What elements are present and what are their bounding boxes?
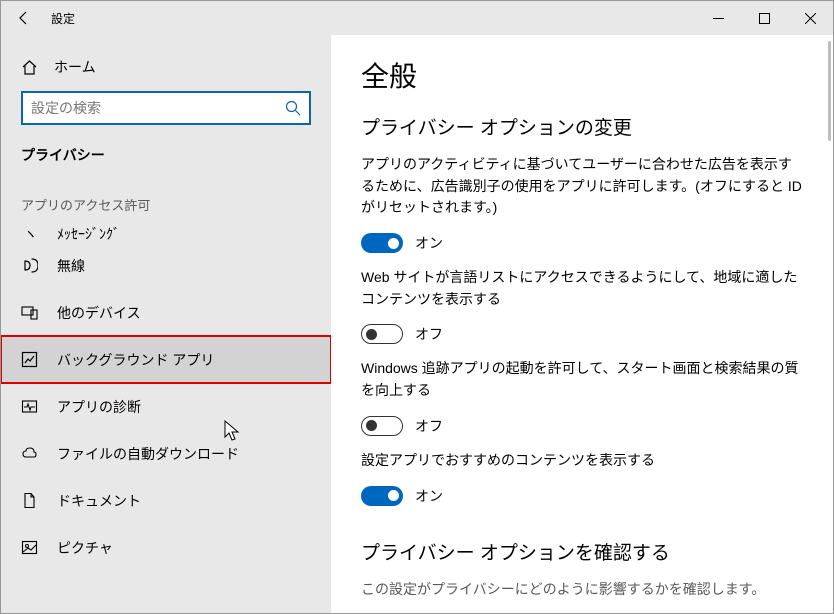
nav-label: バックグラウンド アプリ (57, 350, 214, 370)
diagnostics-icon (21, 398, 39, 415)
toggle-state-3: オフ (415, 416, 443, 436)
toggle-state-2: オフ (415, 324, 443, 344)
sidebar-item-messaging[interactable]: ヽ ﾒｯｾｰｼﾞﾝｸﾞ (1, 222, 331, 242)
titlebar: 設定 (1, 1, 833, 35)
home-icon (21, 59, 38, 76)
detail-link[interactable]: 詳細情報 (361, 613, 803, 614)
sidebar-item-background-apps[interactable]: バックグラウンド アプリ (1, 336, 331, 383)
minimize-button[interactable] (695, 1, 741, 35)
scrollbar[interactable] (828, 41, 831, 141)
page-title: 全般 (361, 55, 803, 95)
sidebar: ホーム プライバシー アプリのアクセス許可 ヽ ﾒｯｾｰｼﾞﾝｸﾞ (1, 35, 331, 613)
group-label: アプリのアクセス許可 (1, 195, 331, 222)
option-desc-2: Web サイトが言語リストにアクセスできるようにして、地域に適したコンテンツを表… (361, 267, 803, 310)
toggle-app-launch-tracking[interactable] (361, 416, 403, 436)
nav-label: アプリの診断 (57, 397, 141, 417)
nav-label: ﾒｯｾｰｼﾞﾝｸﾞ (57, 224, 120, 242)
window-title: 設定 (47, 10, 75, 27)
option-desc-4: 設定アプリでおすすめのコンテンツを表示する (361, 450, 803, 472)
cloud-download-icon (21, 445, 39, 462)
toggle-state-4: オン (415, 486, 443, 506)
nav-label: ドキュメント (57, 491, 141, 511)
option-desc-1: アプリのアクティビティに基づいてユーザーに合わせた広告を表示するために、広告識別… (361, 154, 803, 219)
maximize-button[interactable] (741, 1, 787, 35)
document-icon (21, 492, 39, 509)
toggle-suggested-content[interactable] (361, 486, 403, 506)
toggle-advertising-id[interactable] (361, 233, 403, 253)
toggle-language-list[interactable] (361, 324, 403, 344)
sidebar-item-other-devices[interactable]: 他のデバイス (1, 289, 331, 336)
nav-label: ファイルの自動ダウンロード (57, 444, 239, 464)
background-apps-icon (21, 351, 39, 368)
nav-label: 他のデバイス (57, 303, 141, 323)
nav-label: 無線 (57, 256, 85, 276)
sidebar-item-pictures[interactable]: ピクチャ (1, 524, 331, 571)
sidebar-item-auto-download[interactable]: ファイルの自動ダウンロード (1, 430, 331, 477)
wireless-icon (21, 257, 39, 274)
sidebar-item-app-diagnostics[interactable]: アプリの診断 (1, 383, 331, 430)
content-panel: 全般 プライバシー オプションの変更 アプリのアクティビティに基づいてユーザーに… (331, 35, 833, 613)
sidebar-item-documents[interactable]: ドキュメント (1, 477, 331, 524)
home-label: ホーム (54, 57, 96, 77)
picture-icon (21, 539, 39, 556)
section-heading: プライバシー オプションの変更 (361, 113, 803, 140)
option-desc-3: Windows 追跡アプリの起動を許可して、スタート画面と検索結果の質を向上する (361, 358, 803, 401)
nav-label: ピクチャ (57, 538, 113, 558)
toggle-state-1: オン (415, 233, 443, 253)
dots-icon: ヽ (21, 224, 39, 242)
search-field[interactable] (31, 100, 285, 116)
section-heading-2: プライバシー オプションを確認する (361, 538, 803, 565)
search-input[interactable] (21, 91, 311, 125)
devices-icon (21, 304, 39, 321)
confirm-desc: この設定がプライバシーにどのように影響するかを確認します。 (361, 579, 803, 599)
back-button[interactable] (1, 1, 47, 35)
sidebar-item-wireless[interactable]: 無線 (1, 242, 331, 289)
section-label: プライバシー (1, 145, 331, 183)
sidebar-home[interactable]: ホーム (1, 49, 331, 91)
close-button[interactable] (787, 1, 833, 35)
search-icon (285, 100, 301, 116)
